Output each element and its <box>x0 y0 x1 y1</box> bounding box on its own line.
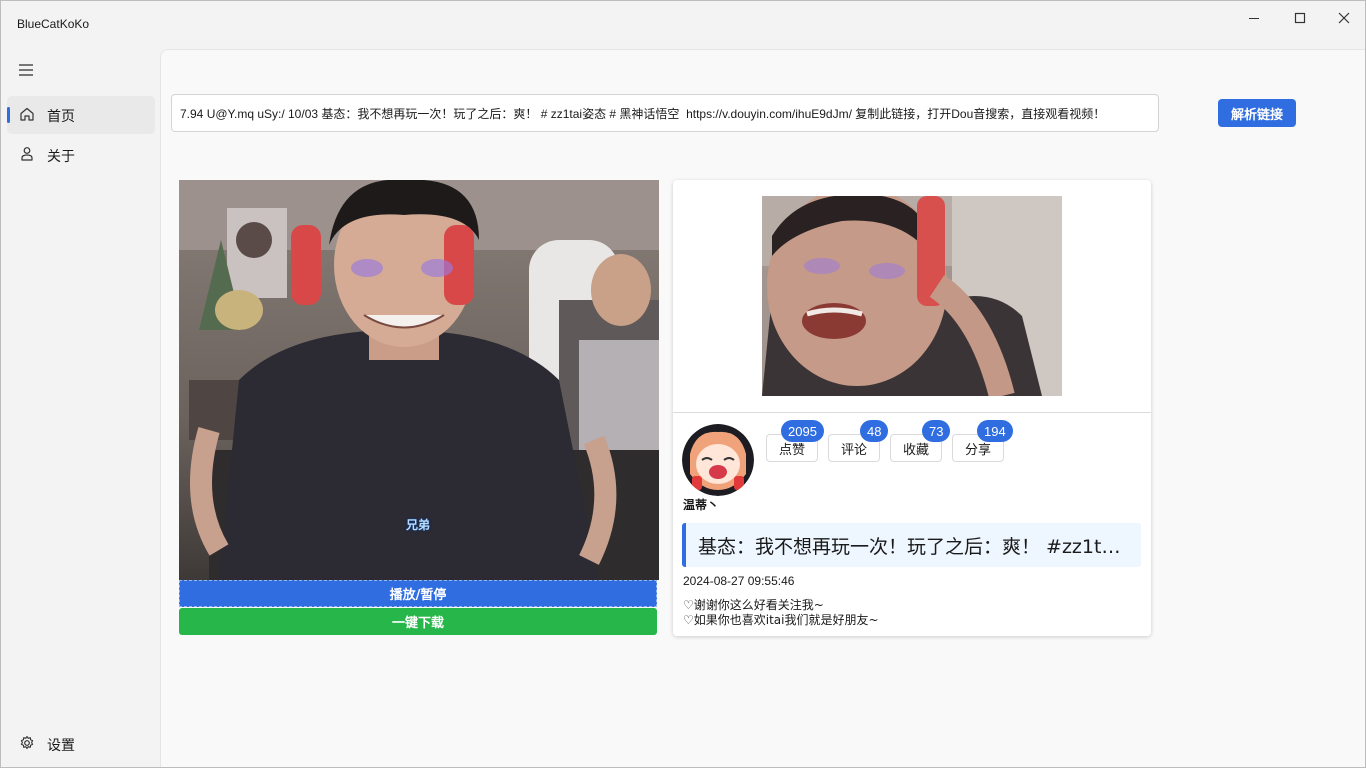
card-divider <box>673 412 1151 413</box>
sidebar: 首页 关于 设置 <box>1 49 160 767</box>
sidebar-item-settings[interactable]: 设置 <box>7 725 155 763</box>
video-info-card: 温蒂丶 点赞 评论 收藏 分享 2095 48 73 194 基态：我不想再玩一… <box>673 180 1151 636</box>
favorite-count-badge: 73 <box>922 420 951 442</box>
author-avatar[interactable] <box>682 424 754 496</box>
menu-toggle-button[interactable] <box>15 61 37 79</box>
video-player[interactable]: 兄弟 <box>179 180 659 580</box>
comment-count-badge: 48 <box>860 420 889 442</box>
hamburger-icon <box>19 64 33 76</box>
maximize-button[interactable] <box>1277 1 1323 35</box>
stat-label: 评论 <box>840 442 867 458</box>
video-description: 基态：我不想再玩一次！玩了之后：爽！ #zz1tai姿态 #黑神话悟空 <box>682 523 1141 567</box>
sidebar-item-label: 首页 <box>47 109 75 125</box>
stat-label: 收藏 <box>902 442 929 458</box>
share-link-input[interactable] <box>171 94 1159 132</box>
video-cover-image <box>762 196 1062 396</box>
avatar-image <box>682 424 754 496</box>
video-subtitle: 兄弟 <box>406 518 431 532</box>
play-pause-button[interactable]: 播放/暂停 <box>179 580 657 607</box>
gear-icon <box>20 735 34 750</box>
publish-date: 2024-08-27 09:55:46 <box>683 574 795 588</box>
minimize-button[interactable] <box>1231 1 1277 35</box>
author-signature-line-2: ♡如果你也喜欢itai我们就是好朋友~ <box>683 613 879 627</box>
main-content: 解析链接 <box>160 49 1365 767</box>
minimize-icon <box>1249 18 1259 19</box>
description-text: 基态：我不想再玩一次！玩了之后：爽！ #zz1tai姿态 #黑神话悟空 <box>698 535 1129 558</box>
title-bar: BlueCatKoKo <box>1 1 1365 49</box>
share-count-badge: 194 <box>977 420 1013 442</box>
parse-link-button[interactable]: 解析链接 <box>1218 99 1296 127</box>
close-icon <box>1338 12 1350 24</box>
home-icon <box>20 107 34 121</box>
cover-image <box>762 196 1062 396</box>
like-count-badge: 2095 <box>781 420 824 442</box>
download-button[interactable]: 一键下载 <box>179 608 657 635</box>
sidebar-item-label: 设置 <box>47 738 75 754</box>
author-name: 温蒂丶 <box>683 498 720 512</box>
close-button[interactable] <box>1321 1 1366 35</box>
sidebar-item-label: 关于 <box>47 149 75 165</box>
sidebar-item-home[interactable]: 首页 <box>7 96 155 134</box>
app-title: BlueCatKoKo <box>17 17 90 31</box>
maximize-icon <box>1294 12 1306 24</box>
person-icon <box>21 147 33 161</box>
sidebar-item-about[interactable]: 关于 <box>7 136 155 174</box>
